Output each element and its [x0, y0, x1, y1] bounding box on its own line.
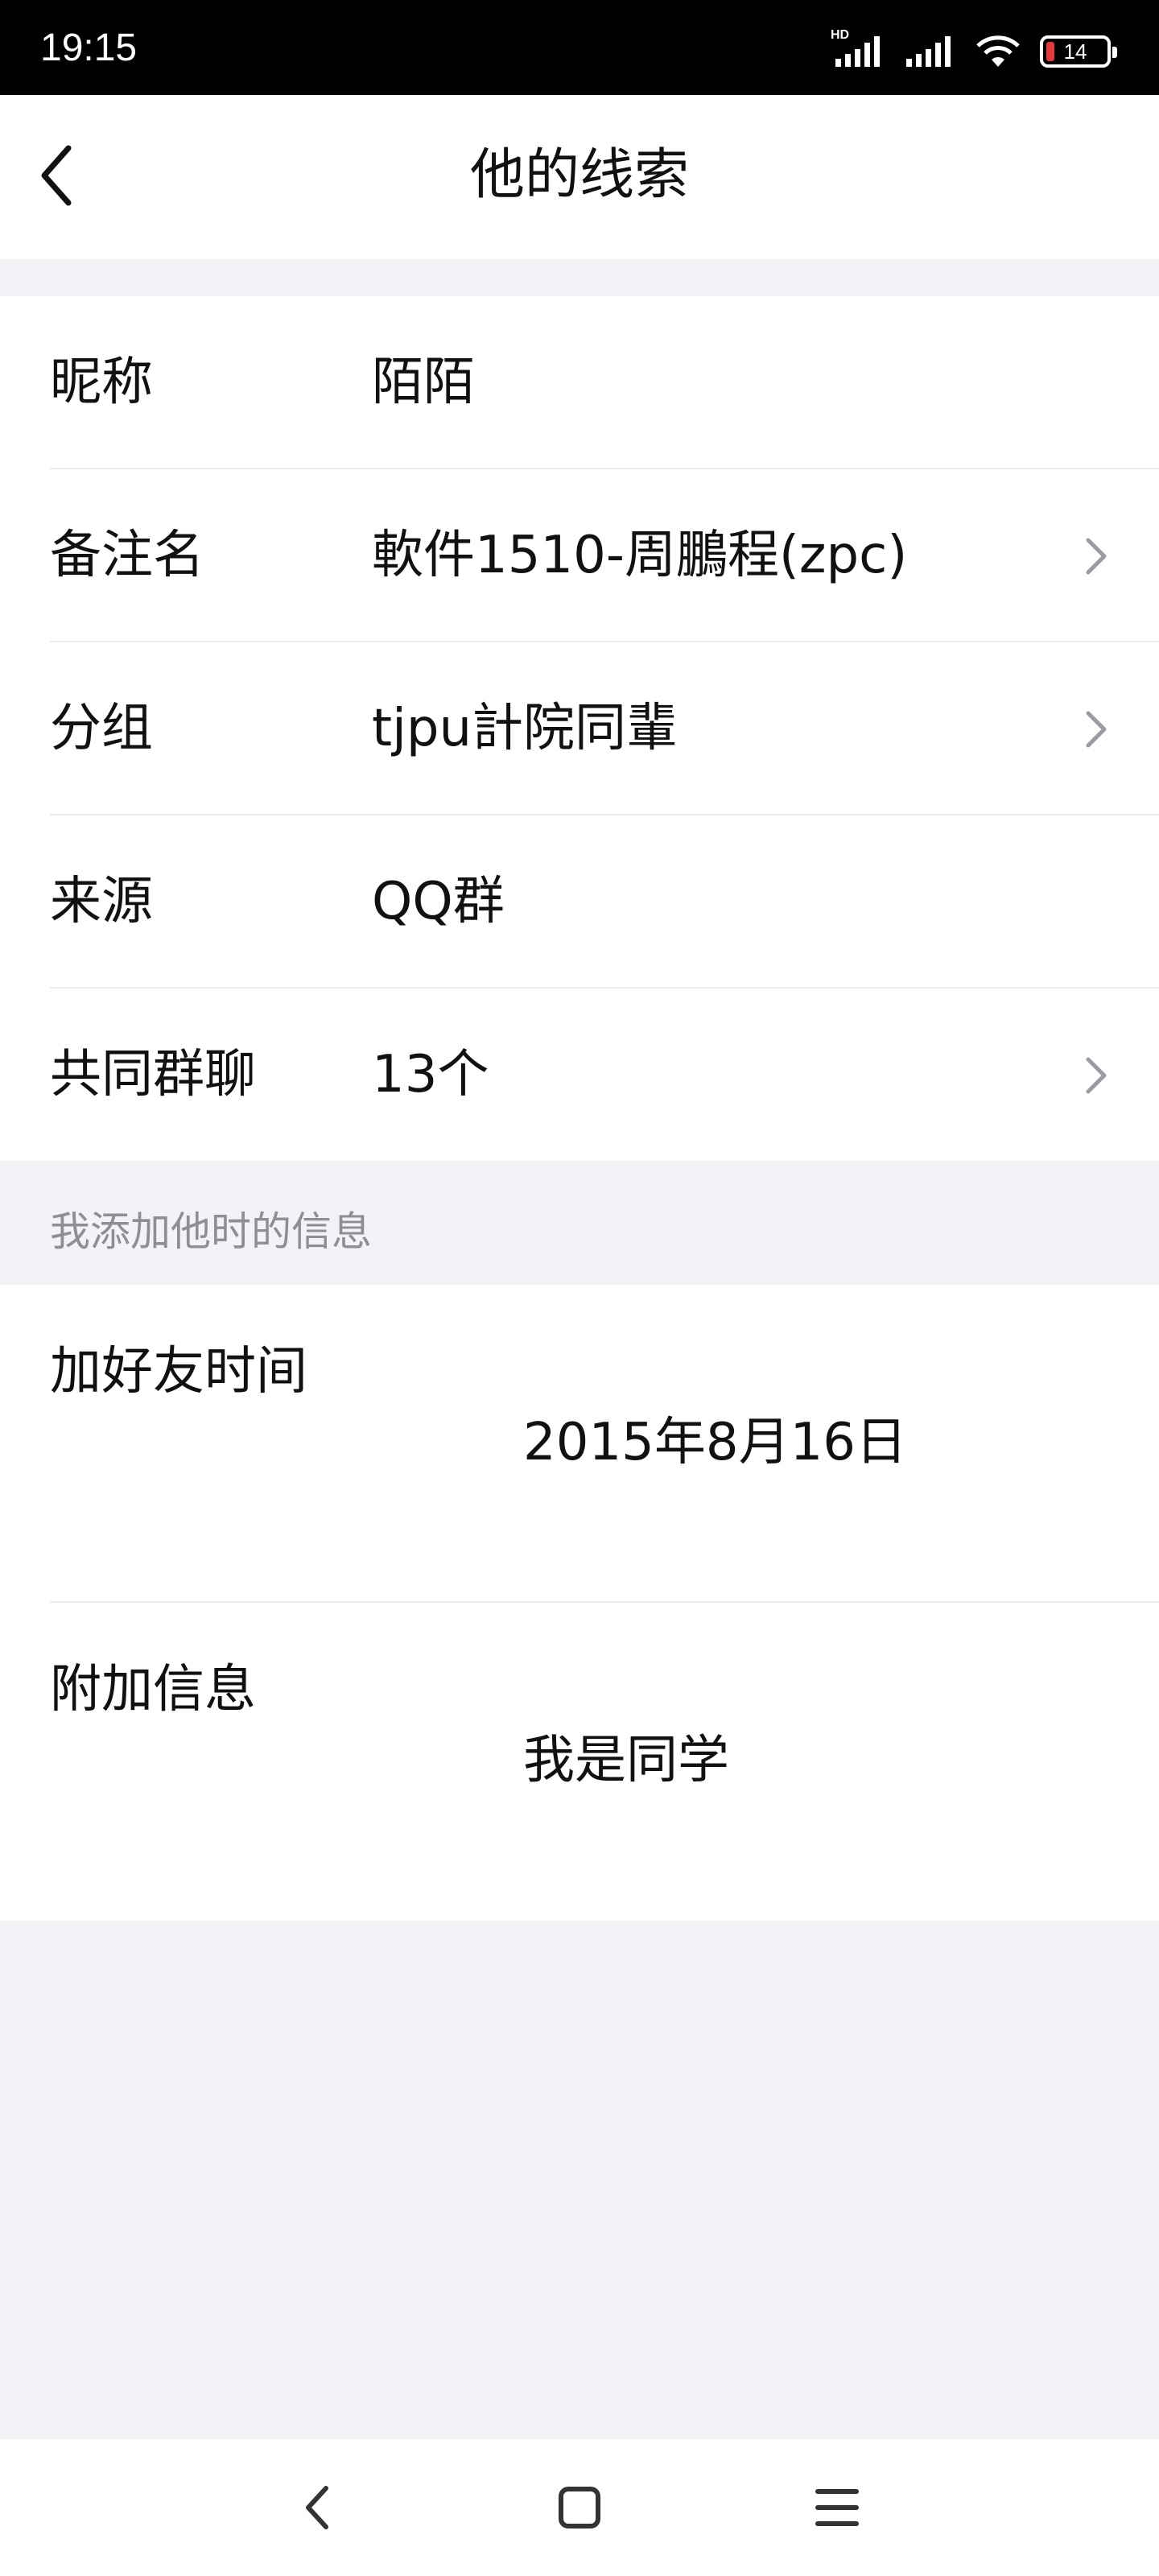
chevron-right-icon — [1086, 711, 1107, 748]
nav-home-icon — [559, 2487, 600, 2529]
signal-icon — [905, 33, 956, 70]
section-header: 我添加他时的信息 — [50, 1208, 372, 1255]
add-time-value: 2015年8月16日 — [523, 1413, 908, 1472]
system-home-button[interactable] — [543, 2471, 616, 2544]
source-row: 来源 QQ群 — [0, 815, 1159, 989]
system-menu-button[interactable] — [801, 2471, 873, 2544]
battery-icon: 14 — [1040, 35, 1117, 68]
nav-bar: 他的线索 — [0, 95, 1159, 259]
add-time-label: 加好友时间 — [50, 1342, 307, 1402]
page-title: 他的线索 — [469, 143, 689, 207]
nav-back-icon — [306, 2486, 328, 2529]
nav-menu-icon — [815, 2489, 859, 2526]
source-label: 来源 — [50, 872, 153, 931]
status-bar: 19:15 HD 14 — [0, 0, 1159, 95]
common-groups-row[interactable]: 共同群聊 13个 — [0, 989, 1159, 1162]
chevron-right-icon — [1086, 538, 1107, 575]
detail-card: 加好友时间 2015年8月16日 附加信息 我是同学 — [0, 1285, 1159, 1921]
group-value: tjpu計院同輩 — [372, 699, 678, 758]
status-time: 19:15 — [40, 27, 138, 69]
common-groups-label: 共同群聊 — [50, 1045, 256, 1104]
extra-info-row: 附加信息 我是同学 — [0, 1603, 1159, 1921]
system-back-button[interactable] — [282, 2471, 354, 2544]
extra-info-value: 我是同学 — [523, 1731, 729, 1790]
source-value: QQ群 — [372, 872, 505, 931]
nickname-value: 陌陌 — [372, 353, 475, 412]
wifi-icon — [974, 33, 1022, 70]
status-icons: HD 14 — [831, 28, 1117, 74]
info-card: 昵称 陌陌 备注名 軟件1510-周鵬程(zpc) 分组 tjpu計院同輩 来源… — [0, 296, 1159, 1161]
hd-signal-icon: HD — [831, 28, 887, 70]
group-label: 分组 — [50, 699, 153, 758]
group-row[interactable]: 分组 tjpu計院同輩 — [0, 642, 1159, 815]
chevron-right-icon — [1086, 1057, 1107, 1094]
nickname-row: 昵称 陌陌 — [0, 296, 1159, 469]
remark-name-row[interactable]: 备注名 軟件1510-周鵬程(zpc) — [0, 469, 1159, 642]
extra-info-label: 附加信息 — [50, 1660, 256, 1719]
common-groups-value: 13个 — [372, 1045, 489, 1104]
add-time-row: 加好友时间 2015年8月16日 — [0, 1285, 1159, 1603]
remark-name-value: 軟件1510-周鵬程(zpc) — [372, 526, 908, 585]
remark-name-label: 备注名 — [50, 526, 204, 585]
network-badge: HD — [831, 28, 850, 42]
battery-level: 14 — [1063, 39, 1087, 64]
system-nav-bar — [0, 2439, 1159, 2576]
nickname-label: 昵称 — [50, 353, 153, 412]
